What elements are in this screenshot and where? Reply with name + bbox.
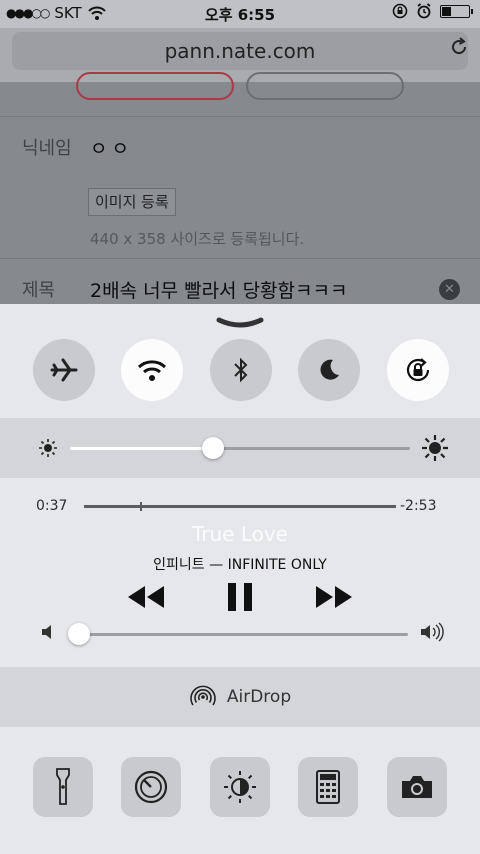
camera-icon xyxy=(402,776,432,798)
control-center: 0:37 -2:53 True Love 인피니트 — INFINITE ONL… xyxy=(0,304,480,854)
clear-icon[interactable]: ✕ xyxy=(439,279,460,300)
track-artist: 인피니트 — INFINITE ONLY xyxy=(153,557,327,573)
elapsed-time: 0:37 xyxy=(36,498,68,514)
volume-slider[interactable] xyxy=(72,633,408,636)
playback-scrubber[interactable] xyxy=(84,502,396,511)
track-title: True Love xyxy=(191,522,288,546)
reload-icon[interactable] xyxy=(448,36,470,58)
flashlight-icon xyxy=(56,768,70,805)
page-button-left[interactable] xyxy=(76,72,234,100)
rotation-lock-icon xyxy=(406,358,430,382)
airdrop-label: AirDrop xyxy=(226,687,292,707)
grabber-handle[interactable] xyxy=(216,316,264,330)
fast-forward-icon[interactable] xyxy=(314,580,354,614)
moon-icon xyxy=(320,359,339,380)
battery-icon xyxy=(440,4,473,18)
airplane-icon xyxy=(50,358,78,382)
title-label: 제목 xyxy=(22,280,56,301)
calculator-icon xyxy=(316,770,340,804)
bluetooth-icon xyxy=(234,357,248,383)
night-shift-icon xyxy=(224,771,256,803)
page-button-right[interactable] xyxy=(246,72,404,100)
divider xyxy=(0,116,480,117)
volume-slider-thumb[interactable] xyxy=(67,623,90,645)
camera-button[interactable] xyxy=(387,757,447,817)
nickname-value[interactable]: ㅇㅇ xyxy=(90,134,133,161)
wifi-icon xyxy=(137,360,167,381)
bluetooth-toggle[interactable] xyxy=(210,339,272,401)
divider xyxy=(0,258,480,259)
airdrop-button[interactable]: AirDrop xyxy=(0,667,480,727)
size-note: 440 x 358 사이즈로 등록됩니다. xyxy=(90,230,305,248)
brightness-high-icon xyxy=(422,435,448,461)
volume-high-icon xyxy=(421,622,444,642)
title-input[interactable]: 2배속 너무 빨라서 당황함ㅋㅋㅋ xyxy=(90,276,347,303)
now-playing: 0:37 -2:53 True Love 인피니트 — INFINITE ONL… xyxy=(0,478,480,668)
airdrop-icon xyxy=(190,685,216,706)
playback-position[interactable] xyxy=(140,502,143,511)
image-upload-button[interactable]: 이미지 등록 xyxy=(88,188,176,216)
url-field[interactable]: pann.nate.com xyxy=(12,32,468,70)
status-bar: ●●●○○ SKT 오후 6:55 xyxy=(0,0,480,28)
brightness-slider-thumb[interactable] xyxy=(201,437,224,459)
flashlight-button[interactable] xyxy=(33,757,93,817)
calculator-button[interactable] xyxy=(298,757,358,817)
browser-toolbar: pann.nate.com xyxy=(0,28,480,82)
timer-button[interactable] xyxy=(121,757,181,817)
nickname-label: 닉네임 xyxy=(22,138,72,159)
timer-icon xyxy=(134,770,168,804)
rewind-icon[interactable] xyxy=(126,580,166,614)
brightness-slider[interactable] xyxy=(70,447,410,450)
brightness-low-icon xyxy=(39,439,57,457)
alarm-status-icon xyxy=(417,3,431,19)
volume-low-icon xyxy=(42,625,51,639)
rotation-lock-toggle[interactable] xyxy=(387,339,449,401)
pause-icon[interactable] xyxy=(224,580,256,614)
rotation-lock-status-icon xyxy=(392,3,408,19)
wifi-toggle[interactable] xyxy=(121,339,183,401)
do-not-disturb-toggle[interactable] xyxy=(298,339,360,401)
airplane-mode-toggle[interactable] xyxy=(33,339,95,401)
remaining-time: -2:53 xyxy=(400,498,437,514)
night-shift-button[interactable] xyxy=(210,757,270,817)
web-page: 닉네임 ㅇㅇ 이미지 등록 440 x 358 사이즈로 등록됩니다. 제목 2… xyxy=(0,72,480,306)
brightness-row xyxy=(0,418,480,478)
